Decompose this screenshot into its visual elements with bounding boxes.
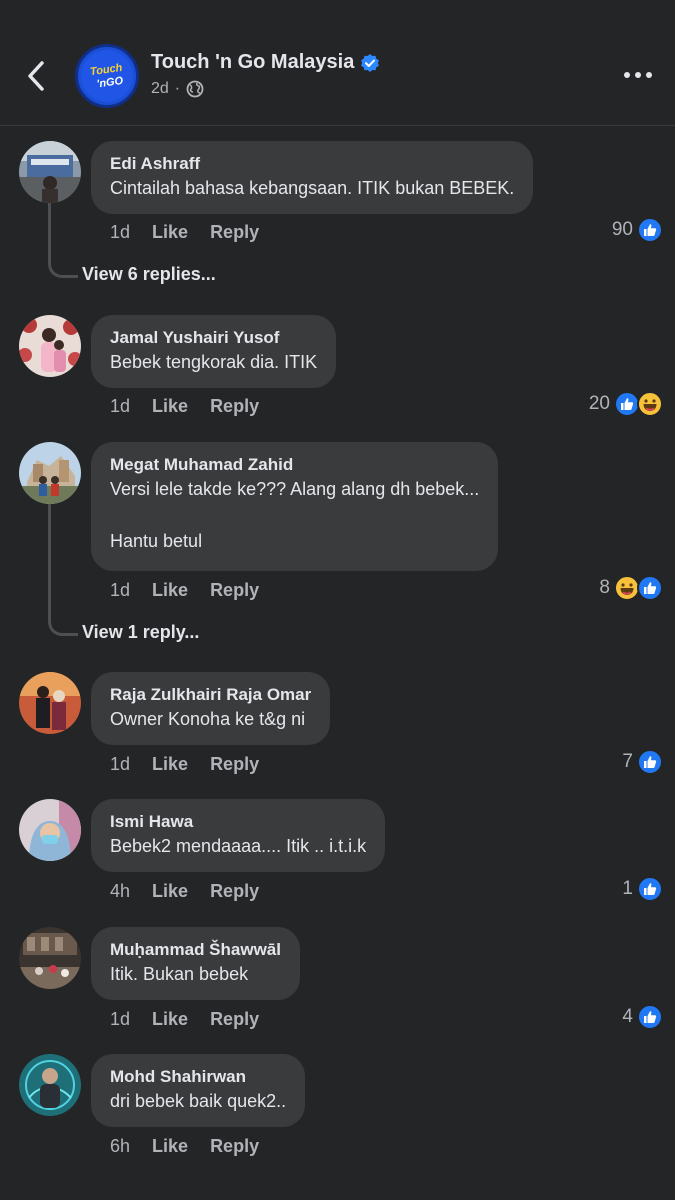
comment-author[interactable]: Edi Ashraff (110, 153, 514, 175)
reply-button[interactable]: Reply (210, 881, 259, 902)
meta-separator: · (174, 80, 181, 97)
comment-time[interactable]: 1d (110, 222, 130, 243)
like-reaction-icon (637, 1004, 663, 1030)
avatar[interactable] (19, 1054, 81, 1116)
avatar[interactable] (19, 442, 81, 504)
like-button[interactable]: Like (152, 1136, 188, 1157)
comment-actions: 4h Like Reply (110, 881, 259, 902)
comment-author[interactable]: Muḥammad Šhawwāl (110, 939, 281, 961)
reply-button[interactable]: Reply (210, 1009, 259, 1030)
comment-author[interactable]: Raja Zulkhairi Raja Omar (110, 684, 311, 706)
reaction-summary[interactable]: 1 (622, 876, 663, 902)
comment-actions: 1d Like Reply (110, 396, 259, 417)
reply-thread-line (48, 504, 78, 636)
comment-text: Versi lele takde ke??? Alang alang dh be… (110, 479, 480, 551)
comment-author[interactable]: Megat Muhamad Zahid (110, 454, 479, 476)
like-button[interactable]: Like (152, 754, 188, 775)
reaction-summary[interactable]: 4 (622, 1004, 663, 1030)
comment-actions: 1d Like Reply (110, 754, 259, 775)
comment-bubble[interactable]: Muḥammad Šhawwāl Itik. Bukan bebek (91, 927, 300, 1000)
more-options-button[interactable] (618, 60, 658, 90)
reaction-count: 20 (588, 393, 610, 414)
comment-author[interactable]: Jamal Yushairi Yusof (110, 327, 317, 349)
reaction-count: 90 (611, 219, 633, 240)
comment-time[interactable]: 6h (110, 1136, 130, 1157)
comment-bubble[interactable]: Ismi Hawa Bebek2 mendaaaa.... Itik .. i.… (91, 799, 386, 872)
like-button[interactable]: Like (152, 396, 188, 417)
comment-bubble[interactable]: Raja Zulkhairi Raja Omar Owner Konoha ke… (91, 672, 331, 745)
svg-text:'nGO: 'nGO (96, 75, 124, 91)
comment-text: Cintailah bahasa kebangsaan. ITIK bukan … (110, 178, 515, 198)
comment-bubble[interactable]: Edi Ashraff Cintailah bahasa kebangsaan.… (91, 141, 534, 214)
comment-actions: 6h Like Reply (110, 1136, 259, 1157)
comment-text: Bebek tengkorak dia. ITIK (110, 352, 318, 372)
reaction-summary[interactable]: 90 (612, 217, 663, 243)
reaction-count: 1 (622, 878, 633, 899)
reaction-summary[interactable]: 20 (589, 391, 663, 417)
avatar[interactable] (19, 672, 81, 734)
comment-bubble[interactable]: Megat Muhamad Zahid Versi lele takde ke?… (91, 442, 499, 571)
avatar[interactable] (19, 927, 81, 989)
avatar[interactable] (19, 315, 81, 377)
comment-text: Bebek2 mendaaaa.... Itik .. i.t.i.k (110, 836, 367, 856)
like-button[interactable]: Like (152, 580, 188, 601)
comment-text: Owner Konoha ke t&g ni (110, 709, 306, 729)
touch-n-go-logo: Touch 'nGO (78, 47, 136, 105)
comment-actions: 1d Like Reply (110, 222, 259, 243)
like-reaction-icon (637, 876, 663, 902)
page-name-row: Touch 'n Go Malaysia (151, 51, 380, 74)
page-name[interactable]: Touch 'n Go Malaysia (151, 51, 354, 74)
back-chevron-icon (28, 61, 44, 91)
reaction-summary[interactable]: 8 (599, 575, 663, 601)
reply-button[interactable]: Reply (210, 580, 259, 601)
globe-icon (186, 80, 204, 98)
post-meta: 2d · (151, 80, 204, 98)
comment-time[interactable]: 1d (110, 754, 130, 775)
comment-bubble[interactable]: Jamal Yushairi Yusof Bebek tengkorak dia… (91, 315, 337, 388)
like-reaction-icon (637, 575, 663, 601)
comment-time[interactable]: 4h (110, 881, 130, 902)
comment-actions: 1d Like Reply (110, 1009, 259, 1030)
page-avatar[interactable]: Touch 'nGO (75, 44, 139, 108)
comment-time[interactable]: 1d (110, 580, 130, 601)
like-reaction-icon (637, 749, 663, 775)
view-replies-link[interactable]: View 6 replies... (82, 264, 216, 285)
comment-time[interactable]: 1d (110, 1009, 130, 1030)
avatar[interactable] (19, 141, 81, 203)
reply-button[interactable]: Reply (210, 1136, 259, 1157)
post-time[interactable]: 2d (151, 80, 169, 98)
comment-text: dri bebek baik quek2.. (110, 1091, 287, 1111)
comment-bubble[interactable]: Mohd Shahirwan dri bebek baik quek2.. (91, 1054, 306, 1127)
reply-button[interactable]: Reply (210, 222, 259, 243)
comment-author[interactable]: Mohd Shahirwan (110, 1066, 286, 1088)
reaction-count: 4 (622, 1006, 633, 1027)
comment-author[interactable]: Ismi Hawa (110, 811, 366, 833)
comment-text: Itik. Bukan bebek (110, 964, 249, 984)
reaction-count: 8 (599, 577, 610, 598)
like-button[interactable]: Like (152, 881, 188, 902)
reply-button[interactable]: Reply (210, 396, 259, 417)
like-button[interactable]: Like (152, 222, 188, 243)
back-button[interactable] (20, 56, 52, 96)
reply-button[interactable]: Reply (210, 754, 259, 775)
haha-reaction-icon (637, 391, 663, 417)
reaction-summary[interactable]: 7 (622, 749, 663, 775)
post-header: Touch 'nGO Touch 'n Go Malaysia 2d · (0, 0, 675, 126)
avatar[interactable] (19, 799, 81, 861)
comment-time[interactable]: 1d (110, 396, 130, 417)
reply-thread-line (48, 202, 78, 278)
view-replies-link[interactable]: View 1 reply... (82, 622, 199, 643)
comment-actions: 1d Like Reply (110, 580, 259, 601)
like-button[interactable]: Like (152, 1009, 188, 1030)
reaction-count: 7 (622, 751, 633, 772)
verified-badge-icon (360, 53, 380, 73)
like-reaction-icon (637, 217, 663, 243)
more-dots-icon (624, 72, 630, 78)
